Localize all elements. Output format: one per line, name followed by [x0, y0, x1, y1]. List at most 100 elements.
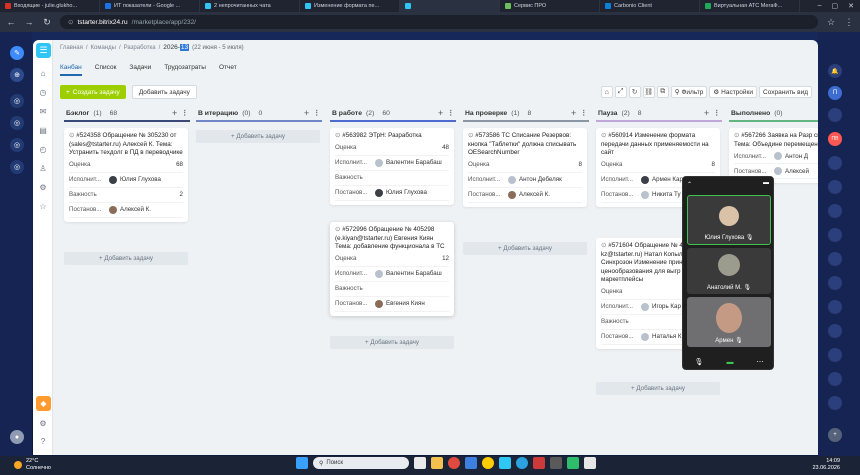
contact-avatar[interactable]	[828, 204, 842, 218]
tab-report[interactable]: Отчет	[219, 64, 237, 76]
check-icon[interactable]: ⊙	[468, 132, 473, 139]
more-icon[interactable]: ⋮	[447, 109, 454, 117]
tab-kanban[interactable]: Канбан	[60, 64, 82, 76]
contact-avatar[interactable]: П	[828, 86, 842, 100]
team-icon[interactable]: ♙	[37, 163, 49, 175]
more-icon[interactable]: ⋮	[313, 109, 320, 117]
back-icon[interactable]: ←	[6, 17, 16, 27]
add-task-link[interactable]: + Добавить задачу	[196, 130, 320, 143]
menu-icon[interactable]: ☰	[36, 43, 51, 58]
bookmark-star-icon[interactable]: ☆	[826, 17, 836, 28]
expand-icon[interactable]: ⤢	[614, 86, 627, 98]
participant-tile[interactable]: Армен 🎙	[687, 297, 771, 347]
weather-widget[interactable]: 22°C Солнечно	[14, 458, 51, 472]
contact-avatar[interactable]	[828, 228, 842, 242]
mail-icon[interactable]	[465, 457, 477, 469]
url-input[interactable]: ⊙ tstarter.bitrix24.ru/marketplace/app/2…	[60, 15, 818, 29]
maximize-icon[interactable]: ▢	[832, 2, 839, 10]
star-icon[interactable]: ☆	[37, 201, 49, 213]
camera-icon[interactable]: ▬	[726, 359, 733, 366]
tab-tasks[interactable]: Задачи	[129, 64, 151, 76]
task-view-icon[interactable]	[414, 457, 426, 469]
settings-icon[interactable]: ⚙	[37, 418, 49, 430]
browser-tab[interactable]: Carbonio Client	[600, 0, 700, 12]
add-task-link[interactable]: + Добавить задачу	[330, 336, 454, 349]
app-icon[interactable]	[567, 457, 579, 469]
add-task-link[interactable]: + Добавить задачу	[596, 382, 720, 395]
launcher-icon[interactable]: ◎	[10, 160, 24, 174]
home-icon[interactable]: ⌂	[600, 86, 613, 98]
call-menu-icon[interactable]: ⌃	[687, 181, 692, 188]
task-card[interactable]: ⊙ #524358 Обращение № 305230 от (sales@ts…	[64, 128, 188, 222]
site-info-icon[interactable]: ⊙	[68, 18, 73, 26]
app-icon[interactable]	[550, 457, 562, 469]
bitrix-taskbar-icon[interactable]	[499, 457, 511, 469]
more-icon[interactable]: ⋮	[580, 109, 587, 117]
tab-timesheet[interactable]: Трудозатраты	[164, 64, 206, 76]
notifications-icon[interactable]: 🔔	[828, 64, 842, 78]
minimize-icon[interactable]: –	[818, 2, 822, 10]
browser-tab[interactable]: Входящие - julie.glukho...	[0, 0, 100, 12]
extensions-icon[interactable]: ⋮	[844, 17, 854, 28]
reload-icon[interactable]: ↻	[42, 17, 52, 28]
add-task-link[interactable]: + Добавить задачу	[463, 242, 587, 255]
add-icon[interactable]: +	[172, 108, 177, 118]
add-icon[interactable]: +	[704, 108, 709, 118]
filter-button[interactable]: ⚲ Фильтр	[670, 86, 708, 98]
contact-avatar[interactable]	[828, 108, 842, 122]
app-icon[interactable]	[584, 457, 596, 469]
participant-tile[interactable]: Юлия Глухова 🎙	[687, 195, 771, 245]
copy-icon[interactable]: ⧉	[656, 86, 669, 98]
task-card-hovered[interactable]: ⊙ #572996 Обращение № 405298 (e.kiyan@tst…	[330, 222, 454, 316]
add-contact-icon[interactable]: +	[828, 428, 842, 442]
contact-avatar[interactable]	[828, 324, 842, 338]
check-icon[interactable]: ⊙	[601, 132, 606, 139]
system-clock[interactable]: 14:09 23.06.2026	[812, 458, 840, 472]
check-icon[interactable]: ⊙	[335, 132, 340, 139]
launcher-icon[interactable]: ⊕	[10, 68, 24, 82]
link-icon[interactable]: ⛓	[642, 86, 655, 98]
video-call-window[interactable]: ⌃ ▬ Юлия Глухова 🎙 Анатолий М. 🎙 Армен 🎙…	[682, 176, 774, 370]
browser-tab[interactable]: Виртуальная АТС МегаФ...	[700, 0, 800, 12]
check-icon[interactable]: ⊙	[734, 132, 739, 139]
task-card[interactable]: ⊙ #573586 ТС Списание Резервов: кнопка "Т…	[463, 128, 587, 207]
browser-tab-active[interactable]	[400, 0, 500, 12]
browser-tab[interactable]: Изменение формата пе...	[300, 0, 400, 12]
calendar-icon[interactable]: ◴	[37, 144, 49, 156]
launcher-icon[interactable]: ◎	[10, 138, 24, 152]
tasks-icon[interactable]: ◷	[37, 87, 49, 99]
more-icon[interactable]: ⋮	[713, 109, 720, 117]
breadcrumb-item[interactable]: Команды	[91, 45, 116, 51]
contact-avatar[interactable]	[828, 276, 842, 290]
task-card[interactable]: ⊙ #563982 ЭТрН: Разработка Оценка 48 Испол…	[330, 128, 454, 205]
create-task-button[interactable]: + Создать задачу	[60, 85, 126, 99]
contact-avatar[interactable]: ПВ	[828, 132, 842, 146]
browser-tab[interactable]: ИТ показатели - Google ...	[100, 0, 200, 12]
launcher-icon[interactable]: ✎	[10, 46, 24, 60]
task-card[interactable]: ⊙#567266 Заявка на Разр систем. Тема: Об…	[729, 128, 818, 183]
participant-tile[interactable]: Анатолий М. 🎙	[687, 248, 771, 294]
check-icon[interactable]: ⊙	[601, 242, 606, 249]
help-icon[interactable]: ?	[37, 436, 49, 448]
add-task-button[interactable]: Добавить задачу	[131, 85, 197, 99]
save-view-button[interactable]: Сохранить вид	[759, 86, 812, 98]
breadcrumb-item[interactable]: Разработка	[124, 45, 156, 51]
contact-avatar[interactable]	[828, 252, 842, 266]
launcher-icon[interactable]: ◎	[10, 116, 24, 130]
taskbar-search-input[interactable]: ⚲ Поиск	[313, 457, 409, 469]
contact-avatar[interactable]	[828, 372, 842, 386]
contact-avatar[interactable]	[828, 156, 842, 170]
sites-icon[interactable]: ◆	[36, 396, 51, 411]
breadcrumb-item[interactable]: Главная	[60, 45, 83, 51]
browser-tab[interactable]: Сервис ПРО	[500, 0, 600, 12]
more-options-icon[interactable]: ⋯	[756, 358, 763, 366]
avatar[interactable]: ●	[10, 430, 24, 444]
add-icon[interactable]: +	[438, 108, 443, 118]
chrome-icon[interactable]	[448, 457, 460, 469]
check-icon[interactable]: ⊙	[69, 132, 74, 139]
contact-avatar[interactable]	[828, 180, 842, 194]
forward-icon[interactable]: →	[24, 17, 34, 27]
app-icon[interactable]	[533, 457, 545, 469]
home-icon[interactable]: ⌂	[37, 68, 49, 80]
windows-start-icon[interactable]	[296, 457, 308, 469]
